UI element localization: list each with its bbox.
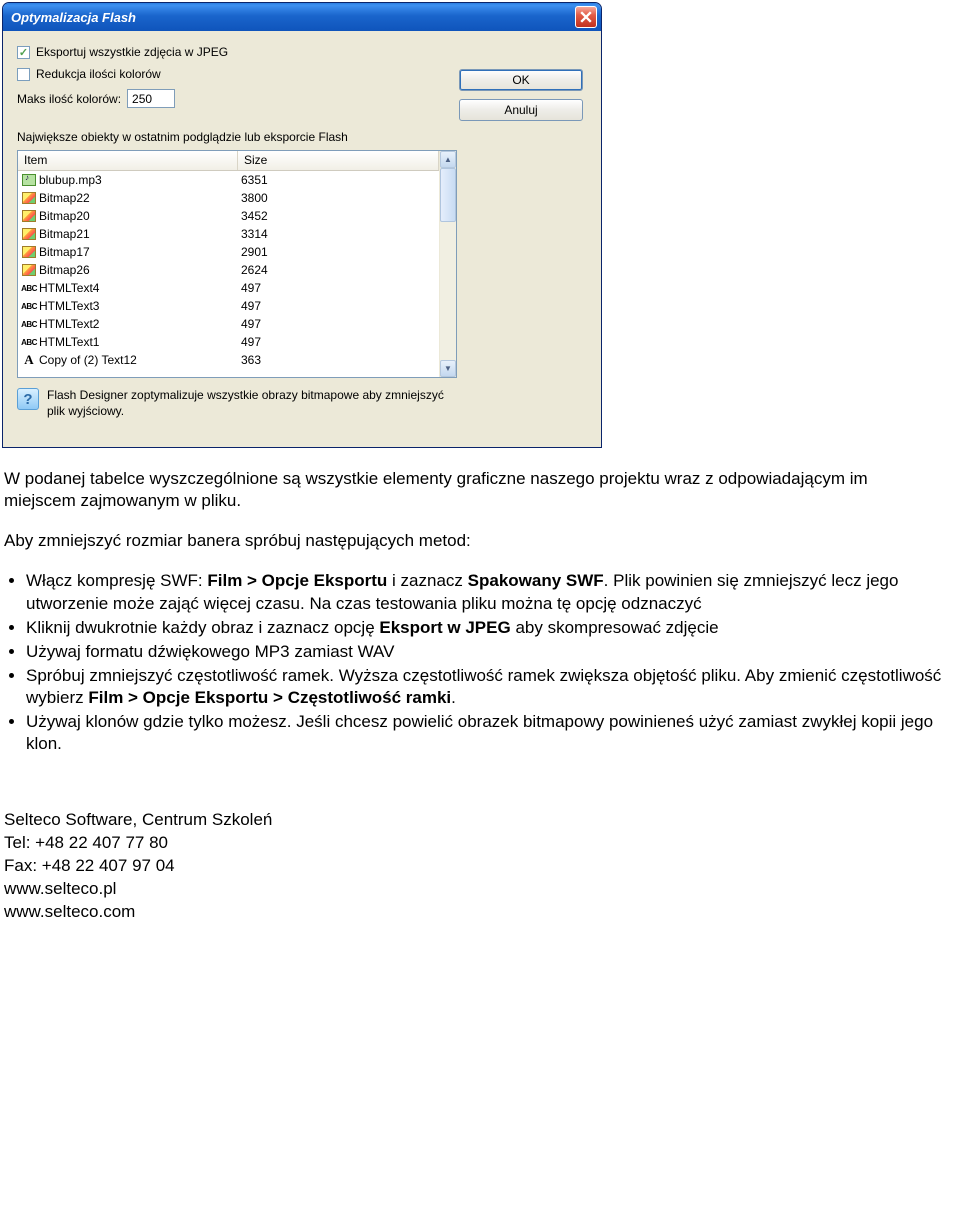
item-name: Bitmap26 <box>39 263 239 277</box>
bitmap-icon <box>22 246 36 258</box>
list-item[interactable]: Bitmap223800 <box>18 189 439 207</box>
list-rows: blubup.mp36351Bitmap223800Bitmap203452Bi… <box>18 171 439 369</box>
reduce-colors-label: Redukcja ilości kolorów <box>36 67 161 81</box>
scroll-track[interactable] <box>440 168 456 360</box>
font-icon: A <box>24 352 33 368</box>
item-name: Bitmap17 <box>39 245 239 259</box>
list-item[interactable]: Bitmap172901 <box>18 243 439 261</box>
list-item[interactable]: blubup.mp36351 <box>18 171 439 189</box>
footer-line-5: www.selteco.com <box>4 901 960 924</box>
item-size: 497 <box>239 335 439 349</box>
footer-line-2: Tel: +48 22 407 77 80 <box>4 832 960 855</box>
list-item[interactable]: Bitmap203452 <box>18 207 439 225</box>
item-size: 497 <box>239 281 439 295</box>
hint-text: Flash Designer zoptymalizuje wszystkie o… <box>47 388 457 419</box>
export-jpeg-label: Eksportuj wszystkie zdjęcia w JPEG <box>36 45 228 59</box>
max-colors-label: Maks ilość kolorów: <box>17 92 121 106</box>
column-item[interactable]: Item <box>18 151 238 170</box>
list-item[interactable]: A Copy of (2) Text12363 <box>18 351 439 369</box>
max-colors-input[interactable] <box>127 89 175 108</box>
ok-button[interactable]: OK <box>459 69 583 91</box>
bitmap-icon <box>22 192 36 204</box>
column-size[interactable]: Size <box>238 151 439 170</box>
dialog-title: Optymalizacja Flash <box>11 10 575 25</box>
scrollbar[interactable]: ▲ ▼ <box>439 151 456 377</box>
hint-row: ? Flash Designer zoptymalizuje wszystkie… <box>17 388 457 419</box>
article-bullets: Włącz kompresję SWF: Film > Opcje Ekspor… <box>26 570 944 755</box>
bullet-5: Używaj klonów gdzie tylko możesz. Jeśli … <box>26 711 944 755</box>
item-size: 3314 <box>239 227 439 241</box>
scroll-up-button[interactable]: ▲ <box>440 151 456 168</box>
item-size: 2624 <box>239 263 439 277</box>
item-size: 363 <box>239 353 439 367</box>
item-name: HTMLText3 <box>39 299 239 313</box>
item-size: 497 <box>239 317 439 331</box>
item-size: 6351 <box>239 173 439 187</box>
reduce-colors-checkbox[interactable] <box>17 68 30 81</box>
footer: Selteco Software, Centrum Szkoleń Tel: +… <box>0 809 960 924</box>
abc-icon: ABC <box>21 320 37 329</box>
item-name: blubup.mp3 <box>39 173 239 187</box>
bullet-1: Włącz kompresję SWF: Film > Opcje Ekspor… <box>26 570 944 614</box>
list-item[interactable]: ABCHTMLText2497 <box>18 315 439 333</box>
close-icon <box>580 11 592 23</box>
dialog-buttons: OK Anuluj <box>459 69 583 121</box>
abc-icon: ABC <box>21 338 37 347</box>
item-name: HTMLText4 <box>39 281 239 295</box>
list-item[interactable]: ABCHTMLText3497 <box>18 297 439 315</box>
item-size: 2901 <box>239 245 439 259</box>
export-jpeg-row: ✓ Eksportuj wszystkie zdjęcia w JPEG <box>17 45 589 59</box>
item-name: HTMLText2 <box>39 317 239 331</box>
scroll-down-button[interactable]: ▼ <box>440 360 456 377</box>
list-content: Item Size blubup.mp36351Bitmap223800Bitm… <box>18 151 439 377</box>
bitmap-icon <box>22 264 36 276</box>
item-size: 3800 <box>239 191 439 205</box>
help-icon: ? <box>17 388 39 410</box>
abc-icon: ABC <box>21 302 37 311</box>
objects-listbox: Item Size blubup.mp36351Bitmap223800Bitm… <box>17 150 457 378</box>
footer-line-4: www.selteco.pl <box>4 878 960 901</box>
abc-icon: ABC <box>21 284 37 293</box>
close-button[interactable] <box>575 6 597 28</box>
article-p1: W podanej tabelce wyszczególnione są wsz… <box>4 468 944 512</box>
item-name: Bitmap22 <box>39 191 239 205</box>
bullet-2: Kliknij dwukrotnie każdy obraz i zaznacz… <box>26 617 944 639</box>
item-name: Bitmap21 <box>39 227 239 241</box>
bullet-3: Używaj formatu dźwiękowego MP3 zamiast W… <box>26 641 944 663</box>
bitmap-icon <box>22 228 36 240</box>
dialog-body: OK Anuluj ✓ Eksportuj wszystkie zdjęcia … <box>3 31 601 427</box>
item-size: 3452 <box>239 209 439 223</box>
list-item[interactable]: Bitmap262624 <box>18 261 439 279</box>
dialog-titlebar[interactable]: Optymalizacja Flash <box>3 3 601 31</box>
bitmap-icon <box>22 210 36 222</box>
list-item[interactable]: ABCHTMLText1497 <box>18 333 439 351</box>
item-name: Bitmap20 <box>39 209 239 223</box>
list-header[interactable]: Item Size <box>18 151 439 171</box>
item-size: 497 <box>239 299 439 313</box>
scroll-thumb[interactable] <box>440 168 456 222</box>
section-label: Największe obiekty w ostatnim podglądzie… <box>17 130 589 144</box>
article-body: W podanej tabelce wyszczególnione są wsz… <box>0 468 960 809</box>
list-item[interactable]: ABCHTMLText4497 <box>18 279 439 297</box>
footer-line-3: Fax: +48 22 407 97 04 <box>4 855 960 878</box>
export-jpeg-checkbox[interactable]: ✓ <box>17 46 30 59</box>
item-name: HTMLText1 <box>39 335 239 349</box>
sound-icon <box>22 174 36 186</box>
bullet-4: Spróbuj zmniejszyć częstotliwość ramek. … <box>26 665 944 709</box>
article-p2: Aby zmniejszyć rozmiar banera spróbuj na… <box>4 530 944 552</box>
list-item[interactable]: Bitmap213314 <box>18 225 439 243</box>
footer-line-1: Selteco Software, Centrum Szkoleń <box>4 809 960 832</box>
item-name: Copy of (2) Text12 <box>39 353 239 367</box>
flash-optimization-dialog: Optymalizacja Flash OK Anuluj ✓ Eksportu… <box>2 2 602 448</box>
cancel-button[interactable]: Anuluj <box>459 99 583 121</box>
